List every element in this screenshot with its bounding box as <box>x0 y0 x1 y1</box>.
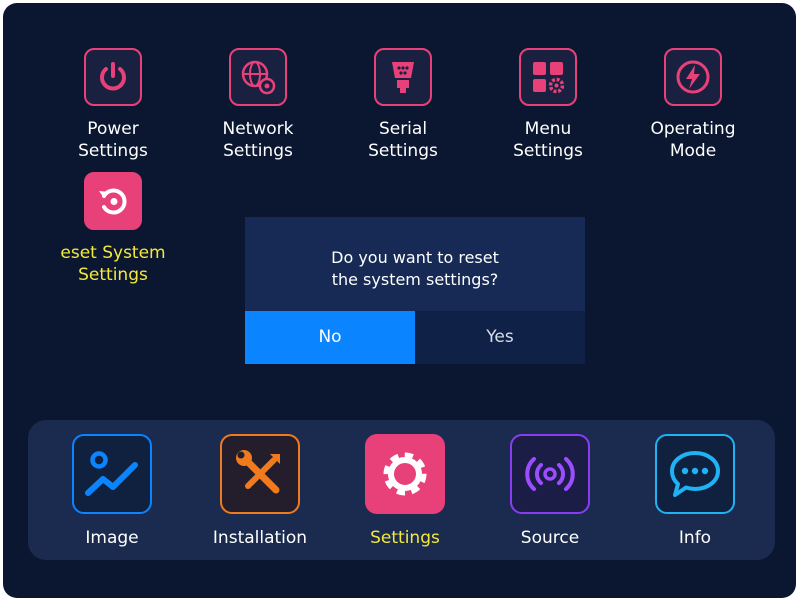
lightning-icon <box>664 48 722 106</box>
serial-settings-item[interactable]: Serial Settings <box>338 48 468 162</box>
nav-installation-label: Installation <box>212 528 308 548</box>
serial-settings-label: Serial Settings <box>368 119 438 161</box>
gear-icon <box>365 434 445 514</box>
nav-source-label: Source <box>520 528 580 548</box>
reset-confirm-dialog: Do you want to reset the system settings… <box>245 217 585 364</box>
signal-source-icon <box>510 434 590 514</box>
nav-source[interactable]: Source <box>490 434 610 548</box>
nav-info[interactable]: Info <box>635 434 755 548</box>
screen: Power Settings Network Settings Serial S… <box>3 3 796 598</box>
power-icon <box>84 48 142 106</box>
reset-system-settings-label: eset System Settings <box>60 243 166 285</box>
power-settings-item[interactable]: Power Settings <box>48 48 178 162</box>
nav-settings[interactable]: Settings <box>345 434 465 548</box>
dialog-message: Do you want to reset the system settings… <box>331 248 499 289</box>
no-button[interactable]: No <box>245 311 415 364</box>
network-globe-gear-icon <box>229 48 287 106</box>
nav-image[interactable]: Image <box>52 434 172 548</box>
nav-settings-label: Settings <box>370 528 440 548</box>
tools-icon <box>220 434 300 514</box>
nav-installation[interactable]: Installation <box>200 434 320 548</box>
menu-settings-label: Menu Settings <box>513 119 583 161</box>
nav-info-label: Info <box>678 528 712 548</box>
operating-mode-item[interactable]: Operating Mode <box>628 48 758 162</box>
reset-system-settings-item[interactable]: eset System Settings <box>48 172 178 286</box>
bottom-nav-bar: Image Installation Settings Source Info <box>28 420 775 560</box>
image-chart-icon <box>72 434 152 514</box>
nav-image-label: Image <box>85 528 139 548</box>
network-settings-label: Network Settings <box>222 119 294 161</box>
menu-settings-item[interactable]: Menu Settings <box>483 48 613 162</box>
power-settings-label: Power Settings <box>78 119 148 161</box>
network-settings-item[interactable]: Network Settings <box>193 48 323 162</box>
reset-icon <box>84 172 142 230</box>
serial-port-icon <box>374 48 432 106</box>
yes-button[interactable]: Yes <box>415 311 585 364</box>
operating-mode-label: Operating Mode <box>650 119 736 161</box>
menu-grid-gear-icon <box>519 48 577 106</box>
chat-bubble-icon <box>655 434 735 514</box>
